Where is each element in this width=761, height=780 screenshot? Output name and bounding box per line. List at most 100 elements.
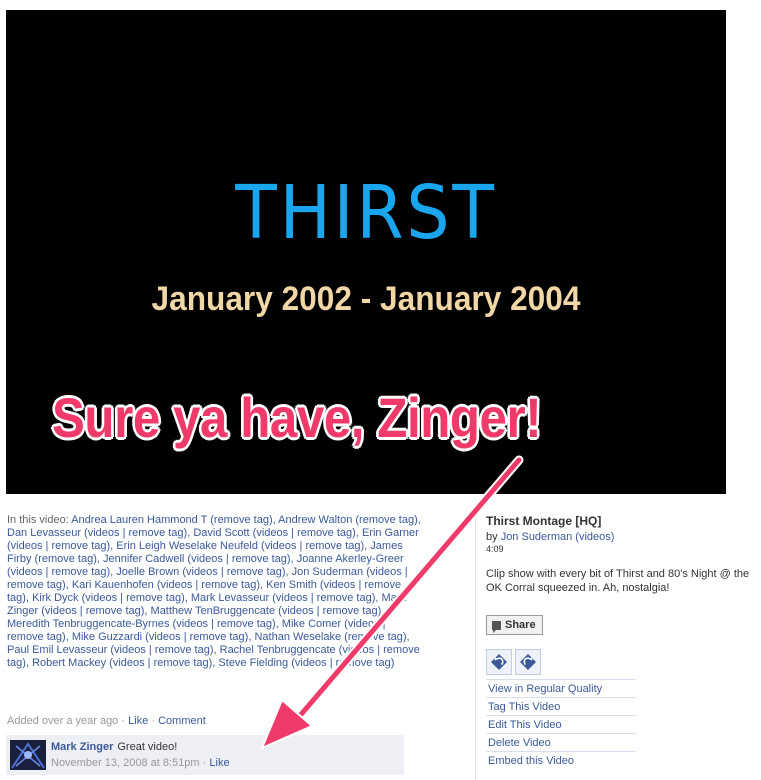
tagged-person-link[interactable]: Meredith Tenbruggencate-Byrnes [7,618,169,630]
tagged-person-link[interactable]: David Scott [193,527,249,539]
remove-tag-link[interactable]: remove tag [190,631,245,643]
tag-videos-link[interactable]: videos [11,566,43,578]
tagged-person-link[interactable]: Mike Comer [282,618,341,630]
added-text: Added over a year ago [7,715,119,727]
author-videos-link[interactable]: (videos) [575,531,614,543]
tagged-person-link[interactable]: Andrew Walton [278,514,352,526]
tagged-person-link[interactable]: Steve Fielding [218,657,288,669]
remove-tag-link[interactable]: remove tag [214,514,269,526]
remove-tag-link[interactable]: remove tag [317,592,372,604]
tag-videos-link[interactable]: videos [324,579,356,591]
tag-videos-link[interactable]: videos [370,566,402,578]
tag-videos-link[interactable]: videos [348,618,380,630]
share-icon [492,620,501,633]
author-link[interactable]: Jon Suderman [501,531,573,543]
tag-videos-link[interactable]: videos [276,592,308,604]
tag-videos-link[interactable]: videos [161,579,193,591]
video-actions: View in Regular Quality Tag This Video E… [486,679,636,769]
view-regular-quality-link[interactable]: View in Regular Quality [486,679,636,697]
remove-tag-link[interactable]: remove tag [129,527,184,539]
tagged-person-link[interactable]: Joelle Brown [116,566,179,578]
tag-videos-link[interactable]: videos [45,605,77,617]
tag-videos-link[interactable]: videos [295,657,327,669]
tagged-person-link[interactable]: Mike Guzzardi [72,631,142,643]
remove-tag-link[interactable]: remove tag [86,605,141,617]
rotate-right-button[interactable] [515,649,541,675]
tagged-person-link[interactable]: Mark Levasseur [191,592,269,604]
tagged-person-link[interactable]: Ken Smith [266,579,317,591]
remove-tag-link[interactable]: remove tag [217,618,272,630]
tags-label: In this video: [7,514,69,526]
video-dates: January 2002 - January 2004 [151,280,581,318]
remove-tag-link[interactable]: remove tag [154,657,209,669]
avatar[interactable] [10,740,46,770]
tag-videos-link[interactable]: videos [85,592,117,604]
video-sidebar: Thirst Montage [HQ] by Jon Suderman (vid… [486,514,756,769]
rotate-controls [486,649,756,675]
tag-videos-link[interactable]: videos [113,657,145,669]
tag-videos-link[interactable]: videos [342,644,374,656]
separator: · [121,715,126,727]
tag-videos-link[interactable]: videos [176,618,208,630]
remove-tag-link[interactable]: remove tag [359,514,414,526]
edit-video-link[interactable]: Edit This Video [486,715,636,733]
tagged-person-link[interactable]: Paul Emil Levasseur [7,644,107,656]
tagged-person-link[interactable]: Jon Suderman [292,566,364,578]
tagged-person-link[interactable]: Dan Levasseur [7,527,81,539]
remove-tag-link[interactable]: remove tag [323,605,378,617]
remove-tag-link[interactable]: remove tag [51,540,106,552]
comment-item: Mark Zinger Great video! November 13, 200… [6,735,404,775]
tagged-person-link[interactable]: Kirk Dyck [32,592,78,604]
share-button[interactable]: Share [486,615,543,635]
tagged-person-link[interactable]: Joanne Akerley-Greer [297,553,404,565]
embed-video-link[interactable]: Embed this Video [486,751,636,769]
remove-tag-link[interactable]: remove tag [126,592,181,604]
tagged-person-link[interactable]: Andrea Lauren Hammond T [71,514,207,526]
tagged-person-link[interactable]: Nathan Weselake [254,631,341,643]
video-duration: 4:09 [486,544,504,554]
remove-tag-link[interactable]: remove tag [297,527,352,539]
tag-videos-link[interactable]: videos [265,540,297,552]
tag-videos-link[interactable]: videos [114,644,146,656]
tag-videos-link[interactable]: videos [256,527,288,539]
delete-video-link[interactable]: Delete Video [486,733,636,751]
remove-tag-link[interactable]: remove tag [51,566,106,578]
tag-videos-link[interactable]: videos [149,631,181,643]
tagged-person-link[interactable]: Erin Garner [362,527,419,539]
remove-tag-link[interactable]: remove tag [348,631,403,643]
tagged-person-link[interactable]: Jennifer Cadwell [103,553,184,565]
added-info: Added over a year ago · Like · Comment [7,715,206,727]
video-byline: by Jon Suderman (videos) [486,531,756,543]
tag-videos-link[interactable]: videos [88,527,120,539]
remove-tag-link[interactable]: remove tag [7,631,62,643]
video-tags: In this video: Andrea Lauren Hammond T (… [7,514,425,670]
tagged-person-link[interactable]: Robert Mackey [32,657,106,669]
remove-tag-link[interactable]: remove tag [38,553,93,565]
remove-tag-link[interactable]: remove tag [201,579,256,591]
remove-tag-link[interactable]: remove tag [227,566,282,578]
tag-videos-link[interactable]: videos [191,553,223,565]
remove-tag-link[interactable]: remove tag [155,644,210,656]
comment-like-link[interactable]: Like [209,757,229,769]
remove-tag-link[interactable]: remove tag [7,579,62,591]
tag-videos-link[interactable]: videos [11,540,43,552]
tagged-person-link[interactable]: Rachel Tenbruggencate [220,644,336,656]
tag-video-link[interactable]: Tag This Video [486,697,636,715]
tagged-person-link[interactable]: Erin Leigh Weselake Neufeld [116,540,258,552]
like-link[interactable]: Like [128,715,148,727]
tag-videos-link[interactable]: videos [186,566,218,578]
video-title-card: THIRST [235,170,497,256]
video-description: Clip show with every bit of Thirst and 8… [486,568,750,594]
tagged-person-link[interactable]: Matthew TenBruggencate [151,605,276,617]
separator: · [151,715,156,727]
rotate-left-button[interactable] [486,649,512,675]
remove-tag-link[interactable]: remove tag [305,540,360,552]
rotate-left-icon [491,654,507,670]
comment-author-link[interactable]: Mark Zinger [51,741,113,753]
video-title: Thirst Montage [HQ] [486,514,602,528]
tagged-person-link[interactable]: Kari Kauenhofen [72,579,154,591]
remove-tag-link[interactable]: remove tag [336,657,391,669]
tag-videos-link[interactable]: videos [282,605,314,617]
remove-tag-link[interactable]: remove tag [232,553,287,565]
comment-link[interactable]: Comment [158,715,206,727]
